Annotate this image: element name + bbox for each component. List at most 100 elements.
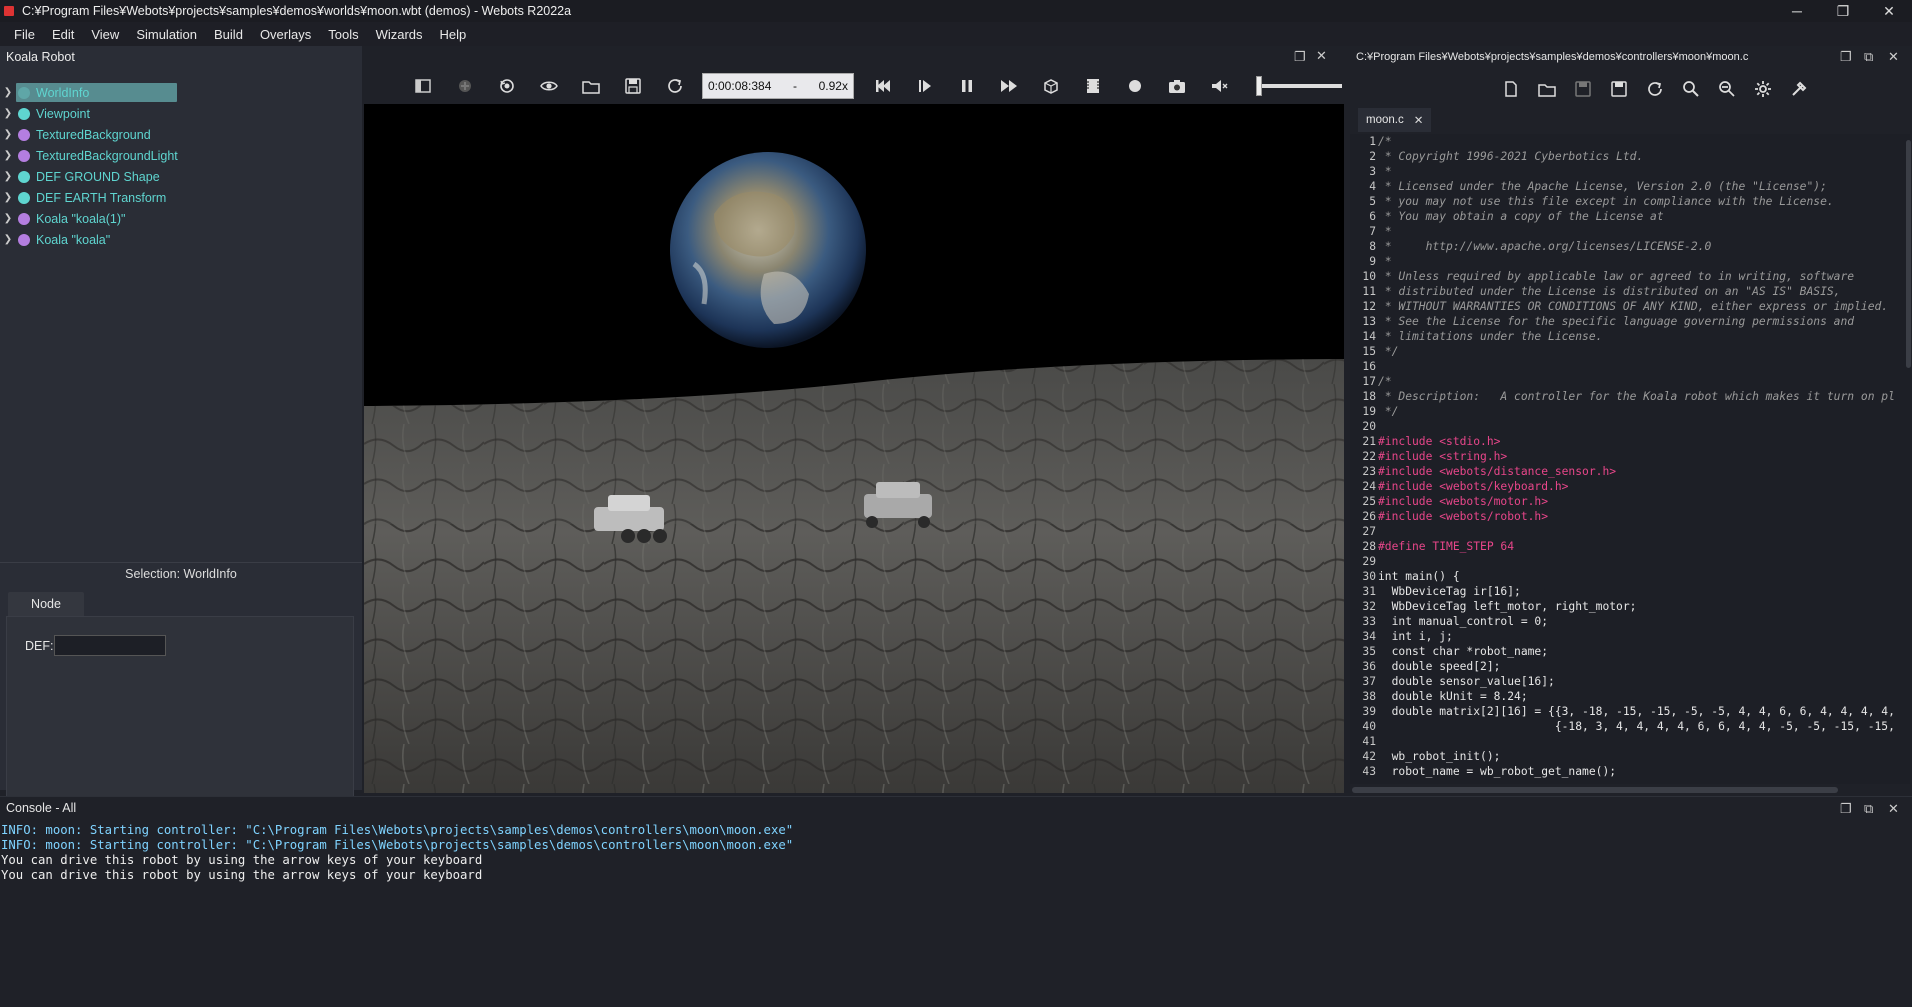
menu-wizards[interactable]: Wizards xyxy=(368,27,432,42)
code-text: * xyxy=(1378,165,1392,178)
mute-icon[interactable] xyxy=(1204,72,1234,100)
tree-item[interactable]: ❯ WorldInfo xyxy=(0,82,362,103)
tree-item[interactable]: ❯ Koala "koala" xyxy=(0,229,362,250)
build-icon[interactable] xyxy=(1784,75,1814,103)
build-settings-icon[interactable] xyxy=(1748,75,1778,103)
step-icon[interactable] xyxy=(910,72,940,100)
tree-item[interactable]: ❯ TexturedBackgroundLight xyxy=(0,145,362,166)
tab-moon-c[interactable]: moon.c ✕ xyxy=(1358,108,1432,132)
tree-item[interactable]: ❯ DEF EARTH Transform xyxy=(0,187,362,208)
save-world-icon[interactable] xyxy=(618,72,648,100)
volume-slider[interactable] xyxy=(1256,76,1342,96)
float-console-icon[interactable]: ⧉ xyxy=(1864,801,1873,817)
code-text: int i, j; xyxy=(1378,630,1453,643)
menu-simulation[interactable]: Simulation xyxy=(128,27,206,42)
tree-item[interactable]: ❯ TexturedBackground xyxy=(0,124,362,145)
code-line: 33 int manual_control = 0; xyxy=(1350,614,1910,629)
reset-viewpoint-icon[interactable] xyxy=(492,72,522,100)
menu-help[interactable]: Help xyxy=(432,27,476,42)
menu-edit[interactable]: Edit xyxy=(44,27,83,42)
fast-forward-icon[interactable] xyxy=(994,72,1024,100)
code-text: * You may obtain a copy of the License a… xyxy=(1378,210,1664,223)
menu-view[interactable]: View xyxy=(83,27,128,42)
expand-arrow-icon[interactable]: ❯ xyxy=(0,108,16,119)
expand-arrow-icon[interactable]: ❯ xyxy=(0,171,16,182)
code-text: * Description: A controller for the Koal… xyxy=(1378,390,1895,403)
code-text: /* xyxy=(1378,135,1392,148)
expand-arrow-icon[interactable]: ❯ xyxy=(0,213,16,224)
code-text: #define TIME_STEP 64 xyxy=(1378,540,1515,553)
save-file-icon[interactable] xyxy=(1568,75,1598,103)
undock-view-icon[interactable]: ❐ xyxy=(1294,49,1306,65)
menu-file[interactable]: File xyxy=(6,27,44,42)
expand-arrow-icon[interactable]: ❯ xyxy=(0,87,16,98)
expand-arrow-icon[interactable]: ❯ xyxy=(0,129,16,140)
menu-build[interactable]: Build xyxy=(206,27,252,42)
line-number: 36 xyxy=(1362,660,1376,673)
line-number: 27 xyxy=(1362,525,1376,538)
menu-overlays[interactable]: Overlays xyxy=(252,27,320,42)
3d-view[interactable] xyxy=(364,104,1344,793)
record-icon[interactable] xyxy=(1120,72,1150,100)
open-file-icon[interactable] xyxy=(1532,75,1562,103)
line-number: 3 xyxy=(1369,165,1376,178)
tab-node[interactable]: Node xyxy=(8,592,84,616)
undock-editor-icon[interactable]: ❐ xyxy=(1840,49,1852,65)
code-line: 15 */ xyxy=(1350,344,1910,359)
float-editor-icon[interactable]: ⧉ xyxy=(1864,49,1873,65)
revert-file-icon[interactable] xyxy=(1640,75,1670,103)
close-window-button[interactable]: ✕ xyxy=(1866,0,1912,22)
movie-icon[interactable] xyxy=(1078,72,1108,100)
line-number: 34 xyxy=(1362,630,1376,643)
code-line: 28 #define TIME_STEP 64 xyxy=(1350,539,1910,554)
close-editor-icon[interactable]: ✕ xyxy=(1888,49,1899,65)
tree-item[interactable]: ❯ Viewpoint xyxy=(0,103,362,124)
tree-item[interactable]: ❯ Koala "koala(1)" xyxy=(0,208,362,229)
minimize-button[interactable]: ─ xyxy=(1774,0,1820,22)
close-view-icon[interactable]: ✕ xyxy=(1316,48,1327,64)
eye-icon[interactable] xyxy=(534,72,564,100)
tree-item-label: DEF GROUND Shape xyxy=(36,169,160,184)
code-line: 21 #include <stdio.h> xyxy=(1350,434,1910,449)
expand-arrow-icon[interactable]: ❯ xyxy=(0,234,16,245)
line-number: 14 xyxy=(1362,330,1376,343)
pause-icon[interactable] xyxy=(952,72,982,100)
editor-horizontal-scrollbar[interactable] xyxy=(1352,787,1838,793)
screenshot-icon[interactable] xyxy=(1162,72,1192,100)
line-number: 1 xyxy=(1369,135,1376,148)
maximize-button[interactable]: ❐ xyxy=(1820,0,1866,22)
expand-arrow-icon[interactable]: ❯ xyxy=(0,150,16,161)
new-file-icon[interactable] xyxy=(1496,75,1526,103)
expand-arrow-icon[interactable]: ❯ xyxy=(0,192,16,203)
add-node-icon[interactable] xyxy=(450,72,480,100)
reload-world-icon[interactable] xyxy=(660,72,690,100)
simulation-time-display: 0:00:08:384 - 0.92x xyxy=(702,73,854,99)
console-line: You can drive this robot by using the ar… xyxy=(1,868,483,882)
tree-item[interactable]: ❯ DEF GROUND Shape xyxy=(0,166,362,187)
line-number: 15 xyxy=(1362,345,1376,358)
undock-console-icon[interactable]: ❐ xyxy=(1840,801,1852,817)
replace-icon[interactable] xyxy=(1712,75,1742,103)
code-line: 27 xyxy=(1350,524,1910,539)
find-icon[interactable] xyxy=(1676,75,1706,103)
toggle-scene-tree-icon[interactable] xyxy=(408,72,438,100)
code-text: * See the License for the specific langu… xyxy=(1378,315,1855,328)
line-number: 16 xyxy=(1362,360,1376,373)
close-console-icon[interactable]: ✕ xyxy=(1888,801,1899,817)
def-label: DEF: xyxy=(25,639,54,653)
save-all-icon[interactable] xyxy=(1604,75,1634,103)
code-editor[interactable]: 1/* 2 * Copyright 1996-2021 Cyberbotics L… xyxy=(1350,134,1910,784)
close-tab-icon[interactable]: ✕ xyxy=(1414,113,1424,127)
code-line: 40 {-18, 3, 4, 4, 4, 4, 6, 6, 4, 4, -5, … xyxy=(1350,719,1910,734)
menu-tools[interactable]: Tools xyxy=(320,27,367,42)
code-line: 25 #include <webots/motor.h> xyxy=(1350,494,1910,509)
text-editor-panel: C:¥Program Files¥Webots¥projects¥samples… xyxy=(1346,46,1912,794)
editor-file-path: C:¥Program Files¥Webots¥projects¥samples… xyxy=(1356,51,1749,63)
volume-slider-handle[interactable] xyxy=(1256,76,1262,96)
rendering-icon[interactable] xyxy=(1036,72,1066,100)
code-line: 31 WbDeviceTag ir[16]; xyxy=(1350,584,1910,599)
def-input[interactable] xyxy=(54,635,166,656)
open-world-icon[interactable] xyxy=(576,72,606,100)
editor-vertical-scrollbar[interactable] xyxy=(1906,140,1911,368)
reset-simulation-icon[interactable] xyxy=(868,72,898,100)
